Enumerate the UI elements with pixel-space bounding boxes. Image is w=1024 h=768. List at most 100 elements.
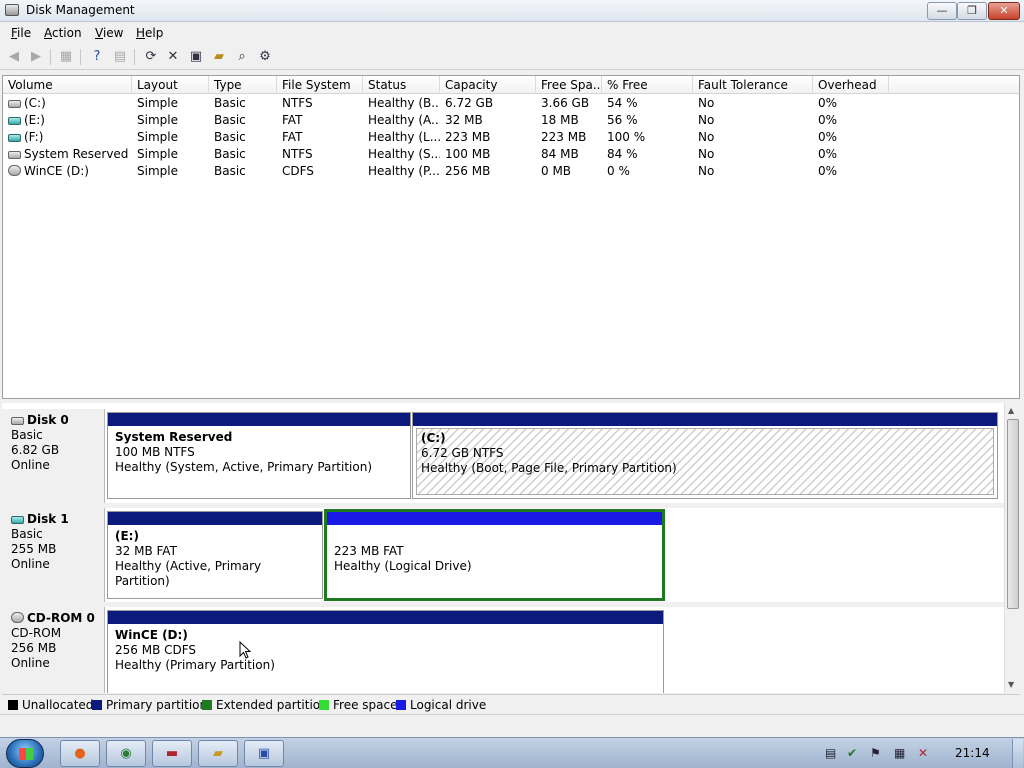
security-tray-icon[interactable]: ✔: [847, 746, 857, 760]
column-status[interactable]: Status: [363, 76, 440, 94]
settings-icon[interactable]: ⚙: [256, 48, 274, 66]
scroll-up-icon[interactable]: ▲: [1008, 406, 1014, 415]
legend-swatch: [8, 700, 18, 710]
type-cell: Basic: [214, 147, 246, 161]
hard-drive-icon: [8, 100, 21, 108]
legend-swatch: [92, 700, 102, 710]
column-file-system[interactable]: File System: [277, 76, 363, 94]
volume-cell: WinCE (D:): [3, 163, 132, 180]
column-percent-free[interactable]: % Free: [602, 76, 693, 94]
table-row[interactable]: (C:) Simple Basic NTFS Healthy (B... 6.7…: [3, 95, 1019, 112]
column-volume[interactable]: Volume: [3, 76, 132, 94]
partition-e-drive[interactable]: (E:) 32 MB FAT Healthy (Active, Primary …: [107, 511, 323, 599]
partition-d-cdrom[interactable]: WinCE (D:) 256 MB CDFS Healthy (Primary …: [107, 610, 664, 693]
network-app-taskbar-icon[interactable]: ◉: [106, 740, 146, 767]
file-system-cell: NTFS: [282, 147, 313, 161]
menu-action[interactable]: Action: [44, 26, 82, 40]
layout-cell: Simple: [137, 147, 178, 161]
refresh-icon[interactable]: ⟳: [142, 48, 160, 66]
disk-type: Basic: [11, 527, 43, 541]
network-tray-icon[interactable]: ▦: [894, 746, 905, 760]
legend-label: Extended partition: [216, 698, 328, 712]
capacity-cell: 223 MB: [445, 130, 491, 144]
partition-body: (C:) 6.72 GB NTFS Healthy (Boot, Page Fi…: [416, 428, 994, 495]
menu-file[interactable]: File: [11, 26, 31, 40]
overhead-cell: 0%: [818, 147, 838, 161]
volume-list[interactable]: Volume Layout Type File System Status Ca…: [2, 75, 1020, 399]
disk-graphical-view[interactable]: Disk 0 Basic 6.82 GB Online System Reser…: [2, 403, 1004, 693]
minimize-button[interactable]: —: [927, 2, 957, 20]
legend-swatch: [396, 700, 406, 710]
disk-1-label[interactable]: Disk 1 Basic 255 MB Online: [2, 508, 105, 602]
column-capacity[interactable]: Capacity: [440, 76, 536, 94]
open-folder-icon[interactable]: ▰: [210, 48, 228, 66]
toolbar-separator: [80, 49, 81, 65]
close-button[interactable]: ✕: [988, 2, 1020, 20]
firefox-taskbar-icon[interactable]: ●: [60, 740, 100, 767]
action-center-flag-icon[interactable]: ⚑: [870, 746, 881, 760]
disk-state: Online: [11, 656, 50, 670]
table-row[interactable]: WinCE (D:) Simple Basic CDFS Healthy (P.…: [3, 163, 1019, 180]
overhead-cell: 0%: [818, 96, 838, 110]
scroll-down-icon[interactable]: ▼: [1008, 680, 1014, 689]
table-row[interactable]: (F:) Simple Basic FAT Healthy (L... 223 …: [3, 129, 1019, 146]
menu-help[interactable]: Help: [136, 26, 163, 40]
partition-size: 100 MB NTFS: [115, 445, 195, 459]
legend-swatch: [319, 700, 329, 710]
column-free-space[interactable]: Free Spa...: [536, 76, 602, 94]
partition-system-reserved[interactable]: System Reserved 100 MB NTFS Healthy (Sys…: [107, 412, 411, 499]
column-fault-tolerance[interactable]: Fault Tolerance: [693, 76, 813, 94]
back-arrow-icon[interactable]: ◀: [5, 48, 23, 66]
disk-state: Online: [11, 557, 50, 571]
percent-free-cell: 0 %: [607, 164, 630, 178]
column-overhead[interactable]: Overhead: [813, 76, 889, 94]
taskbar: ● ◉ ▬ ▰ ▣ ▤ ✔ ⚑ ▦ ✕ 21:14: [0, 737, 1024, 768]
overhead-cell: 0%: [818, 130, 838, 144]
cdrom-0-label[interactable]: CD-ROM 0 CD-ROM 256 MB Online: [2, 607, 105, 693]
table-row[interactable]: (E:) Simple Basic FAT Healthy (A... 32 M…: [3, 112, 1019, 129]
disk-0-label[interactable]: Disk 0 Basic 6.82 GB Online: [2, 409, 105, 503]
search-icon[interactable]: ⌕: [233, 48, 251, 66]
explorer-taskbar-icon[interactable]: ▰: [198, 740, 238, 767]
type-cell: Basic: [214, 113, 246, 127]
menu-action-label: ction: [52, 26, 82, 40]
disk-view-scrollbar[interactable]: ▲ ▼: [1004, 403, 1020, 693]
show-hide-console-tree-icon[interactable]: ▦: [57, 48, 75, 66]
layout-cell: Simple: [137, 113, 178, 127]
disk-type: Basic: [11, 428, 43, 442]
show-hide-action-pane-icon[interactable]: ▤: [111, 48, 129, 66]
partition-c-drive[interactable]: (C:) 6.72 GB NTFS Healthy (Boot, Page Fi…: [412, 412, 998, 499]
properties-icon[interactable]: ▣: [187, 48, 205, 66]
partition-size: 256 MB CDFS: [115, 643, 197, 657]
start-button[interactable]: [6, 739, 44, 768]
disk-name-text: Disk 0: [27, 413, 69, 427]
menu-file-label: ile: [17, 26, 32, 40]
column-layout[interactable]: Layout: [132, 76, 209, 94]
maximize-button[interactable]: ❐: [957, 2, 987, 20]
column-type[interactable]: Type: [209, 76, 277, 94]
show-desktop-button[interactable]: [1012, 739, 1023, 768]
logical-drive-bar: [327, 512, 662, 525]
status-bar: [0, 714, 1024, 736]
computer-management-taskbar-icon[interactable]: ▣: [244, 740, 284, 767]
document-tray-icon[interactable]: ▤: [825, 746, 836, 760]
disk-separator: [2, 503, 1004, 508]
free-space-cell: 18 MB: [541, 113, 579, 127]
menu-help-label: elp: [145, 26, 164, 40]
scrollbar-thumb[interactable]: [1007, 419, 1019, 609]
toolbox-taskbar-icon[interactable]: ▬: [152, 740, 192, 767]
volume-muted-icon[interactable]: ✕: [918, 746, 928, 760]
help-icon[interactable]: ?: [88, 48, 106, 66]
percent-free-cell: 56 %: [607, 113, 638, 127]
toolbar: ◀ ▶ ▦ ? ▤ ⟳ ✕ ▣ ▰ ⌕ ⚙: [0, 44, 1024, 70]
capacity-cell: 100 MB: [445, 147, 491, 161]
menu-help-mnemonic: H: [136, 26, 146, 40]
taskbar-clock[interactable]: 21:14: [955, 746, 990, 760]
forward-arrow-icon[interactable]: ▶: [27, 48, 45, 66]
partition-status: Healthy (Logical Drive): [334, 559, 472, 573]
table-row[interactable]: System Reserved Simple Basic NTFS Health…: [3, 146, 1019, 163]
disk-management-icon: [5, 4, 19, 16]
delete-icon[interactable]: ✕: [164, 48, 182, 66]
partition-f-logical-drive[interactable]: 223 MB FAT Healthy (Logical Drive): [324, 509, 665, 601]
menu-view[interactable]: View: [95, 26, 123, 40]
